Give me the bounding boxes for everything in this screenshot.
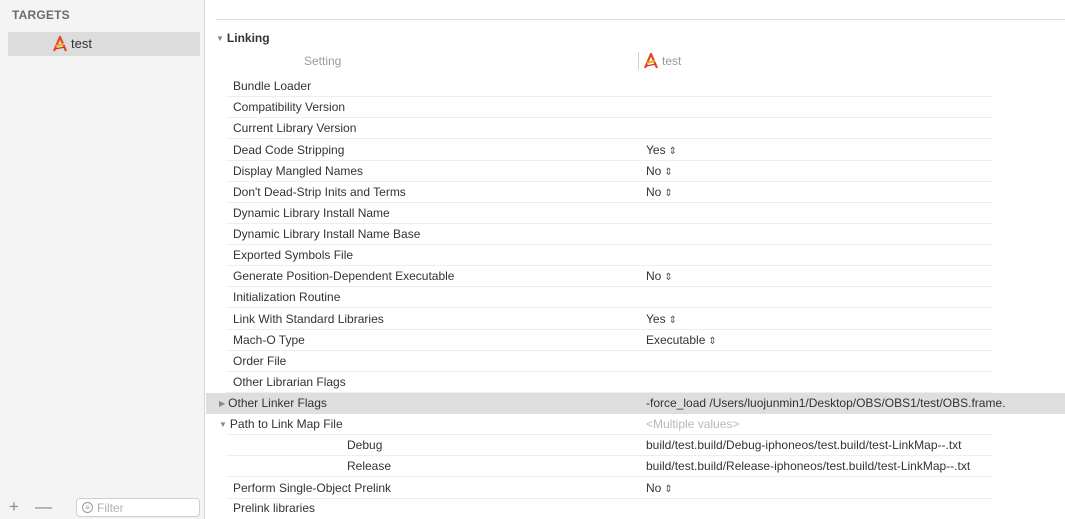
setting-row-link-standard-libraries[interactable]: Link With Standard Libraries Yes ⇕ — [206, 309, 1065, 330]
popup-stepper-icon: ⇕ — [708, 336, 717, 347]
setting-value-multiple[interactable]: <Multiple values> — [646, 417, 739, 431]
popup-stepper-icon: ⇕ — [668, 146, 677, 157]
setting-label: Mach-O Type — [233, 333, 305, 347]
setting-value[interactable]: build/test.build/Debug-iphoneos/test.bui… — [646, 438, 962, 452]
setting-label: Generate Position-Dependent Executable — [233, 269, 455, 283]
setting-label: Dead Code Stripping — [233, 143, 345, 157]
setting-label: Other Librarian Flags — [233, 375, 346, 389]
setting-label: Order File — [233, 354, 287, 368]
popup-value: Yes — [646, 143, 666, 157]
popup-stepper-icon: ⇕ — [664, 272, 673, 283]
build-settings-panel: ▼ Linking Setting test Bundle Loader Comp… — [206, 0, 1065, 519]
popup-value: No — [646, 481, 662, 495]
setting-row-position-dependent-exec[interactable]: Generate Position-Dependent Executable N… — [206, 266, 1065, 287]
setting-label-with-disclosure: ▶ Other Linker Flags — [219, 396, 327, 410]
setting-value-popup[interactable]: No ⇕ — [646, 185, 673, 199]
setting-row-link-map-release[interactable]: Release build/test.build/Release-iphoneo… — [206, 456, 1065, 477]
section-linking-header[interactable]: ▼ Linking — [216, 31, 270, 45]
targets-header: TARGETS — [12, 8, 70, 22]
row-divider — [226, 138, 993, 139]
row-divider — [226, 307, 993, 308]
disclosure-triangle-down-icon[interactable]: ▼ — [219, 420, 227, 429]
filter-input[interactable]: ≡ Filter — [76, 498, 200, 517]
filter-icon: ≡ — [82, 502, 93, 513]
sidebar-bottom-bar: + — ≡ Filter — [0, 497, 204, 519]
setting-value-popup[interactable]: No ⇕ — [646, 481, 673, 495]
popup-stepper-icon: ⇕ — [664, 167, 673, 178]
setting-row-dylib-install-name[interactable]: Dynamic Library Install Name — [206, 203, 1065, 224]
setting-row-path-to-link-map[interactable]: ▼ Path to Link Map File <Multiple values> — [206, 414, 1065, 435]
setting-value[interactable]: -force_load /Users/luojunmin1/Desktop/OB… — [646, 396, 1061, 410]
column-target-label: test — [662, 54, 682, 68]
setting-label: Link With Standard Libraries — [233, 312, 384, 326]
row-divider — [226, 476, 993, 477]
setting-row-display-mangled-names[interactable]: Display Mangled Names No ⇕ — [206, 161, 1065, 182]
popup-stepper-icon: ⇕ — [664, 188, 673, 199]
setting-row-prelink-libraries[interactable]: Prelink libraries — [206, 498, 1065, 519]
app-target-icon — [643, 53, 659, 69]
setting-label: Compatibility Version — [233, 100, 346, 114]
popup-value: No — [646, 269, 662, 283]
setting-row-single-object-prelink[interactable]: Perform Single-Object Prelink No ⇕ — [206, 478, 1065, 499]
setting-row-dont-dead-strip[interactable]: Don't Dead-Strip Inits and Terms No ⇕ — [206, 182, 1065, 203]
target-label: test — [71, 36, 92, 51]
remove-target-button[interactable]: — — [35, 497, 52, 517]
setting-label: Other Linker Flags — [228, 396, 327, 410]
setting-label: Dynamic Library Install Name — [233, 206, 390, 220]
setting-row-bundle-loader[interactable]: Bundle Loader — [206, 76, 1065, 97]
setting-label: Initialization Routine — [233, 290, 341, 304]
popup-value: No — [646, 164, 662, 178]
setting-label: Display Mangled Names — [233, 164, 364, 178]
popup-value: No — [646, 185, 662, 199]
popup-value: Executable — [646, 333, 706, 347]
setting-label: Prelink libraries — [233, 501, 316, 515]
setting-value-popup[interactable]: Executable ⇕ — [646, 333, 717, 347]
app-target-icon — [52, 36, 68, 52]
popup-stepper-icon: ⇕ — [664, 484, 673, 495]
disclosure-triangle-right-icon[interactable]: ▶ — [219, 399, 225, 408]
setting-row-other-librarian-flags[interactable]: Other Librarian Flags — [206, 372, 1065, 393]
targets-sidebar: TARGETS test + — ≡ Filter — [0, 0, 205, 519]
setting-label: Bundle Loader — [233, 79, 312, 93]
setting-row-other-linker-flags[interactable]: ▶ Other Linker Flags -force_load /Users/l… — [206, 393, 1065, 414]
setting-row-initialization-routine[interactable]: Initialization Routine — [206, 287, 1065, 308]
setting-row-dylib-install-name-base[interactable]: Dynamic Library Install Name Base — [206, 224, 1065, 245]
popup-stepper-icon: ⇕ — [668, 315, 677, 326]
setting-label: Current Library Version — [233, 121, 357, 135]
add-target-button[interactable]: + — [9, 497, 19, 517]
setting-label: Exported Symbols File — [233, 248, 354, 262]
column-header-setting: Setting — [304, 54, 342, 68]
setting-label: Don't Dead-Strip Inits and Terms — [233, 185, 406, 199]
setting-row-current-library-version[interactable]: Current Library Version — [206, 118, 1065, 139]
divider — [216, 19, 1065, 20]
setting-row-mach-o-type[interactable]: Mach-O Type Executable ⇕ — [206, 330, 1065, 351]
popup-value: Yes — [646, 312, 666, 326]
setting-value-popup[interactable]: No ⇕ — [646, 269, 673, 283]
setting-label: Perform Single-Object Prelink — [233, 481, 392, 495]
setting-label: Path to Link Map File — [229, 417, 343, 431]
column-divider — [638, 52, 639, 70]
setting-label-with-disclosure: ▼ Path to Link Map File — [219, 417, 343, 431]
setting-value[interactable]: build/test.build/Release-iphoneos/test.b… — [646, 459, 970, 473]
setting-row-dead-code-stripping[interactable]: Dead Code Stripping Yes ⇕ — [206, 140, 1065, 161]
setting-label: Debug — [347, 438, 383, 452]
setting-row-order-file[interactable]: Order File — [206, 351, 1065, 372]
disclosure-triangle-icon[interactable]: ▼ — [216, 34, 224, 43]
setting-value-popup[interactable]: Yes ⇕ — [646, 312, 677, 326]
section-title: Linking — [226, 31, 270, 45]
setting-value-popup[interactable]: Yes ⇕ — [646, 143, 677, 157]
setting-label: Release — [347, 459, 392, 473]
filter-placeholder: Filter — [97, 501, 124, 515]
setting-row-exported-symbols-file[interactable]: Exported Symbols File — [206, 245, 1065, 266]
setting-value-popup[interactable]: No ⇕ — [646, 164, 673, 178]
sidebar-item-test-target[interactable]: test — [8, 32, 200, 56]
setting-row-link-map-debug[interactable]: Debug build/test.build/Debug-iphoneos/te… — [206, 435, 1065, 456]
setting-row-compatibility-version[interactable]: Compatibility Version — [206, 97, 1065, 118]
setting-label: Dynamic Library Install Name Base — [233, 227, 421, 241]
